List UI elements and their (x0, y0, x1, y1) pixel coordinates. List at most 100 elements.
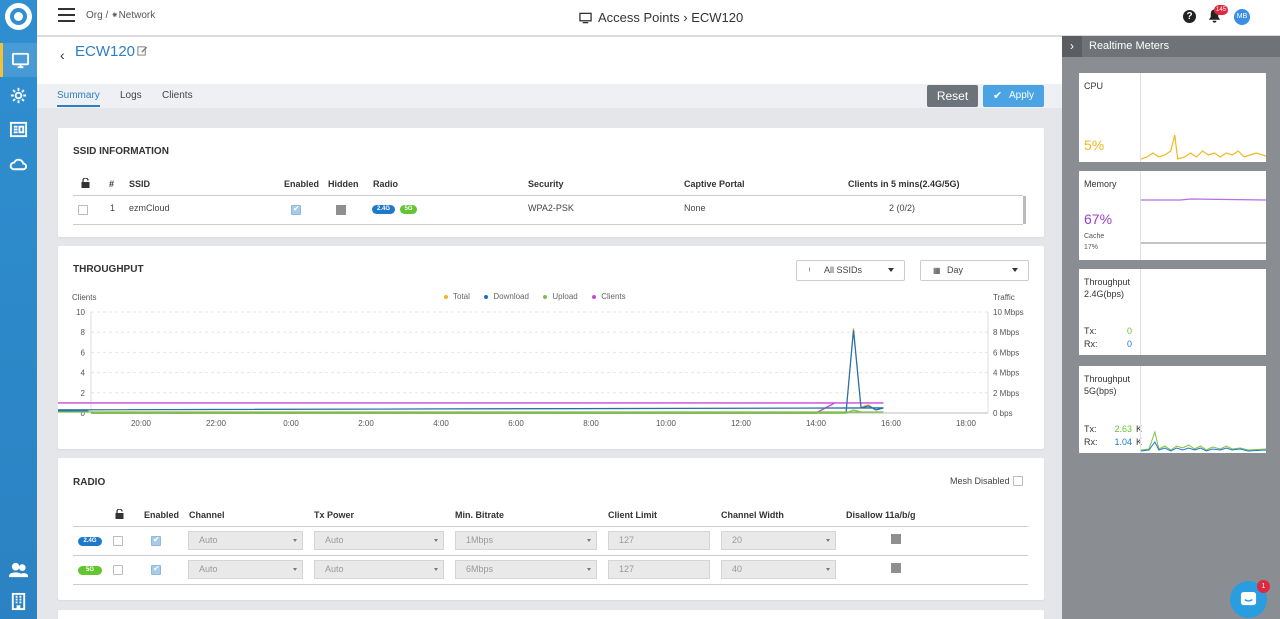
mesh-label: Mesh Disabled (950, 476, 1010, 486)
band-5g-badge: 5G (78, 566, 102, 575)
tab-summary[interactable]: Summary (57, 90, 100, 107)
ssid-row-security: WPA2-PSK (528, 203, 574, 213)
col-enabled: Enabled (144, 510, 180, 520)
edit-icon[interactable] (137, 45, 148, 56)
top-bar: Org / ⁕Network Access Points › ECW120 ? … (37, 0, 1280, 36)
tp5-rx: Rx: 1.04 K (1084, 437, 1143, 447)
row-divider (73, 584, 1028, 585)
x-tick-label: 16:00 (881, 419, 902, 428)
ssid-card: SSID INFORMATION # SSID Enabled Hidden R… (58, 128, 1044, 237)
tabs-bar: Summary Logs Clients Reset Apply (37, 84, 1062, 108)
collapse-chevron-icon[interactable]: › (1062, 36, 1082, 57)
disallow-5g-checkbox[interactable] (891, 563, 901, 573)
throughput-chart: 00 bps2 2 Mbps4 4 Mbps6 6 Mbps8 8 Mbps10 10 M… (58, 308, 1024, 428)
radio-5g-badge: 5G (400, 205, 417, 214)
col-enabled: Enabled (284, 179, 320, 189)
reset-button[interactable]: Reset (927, 85, 978, 107)
y2-tick-label: 6 Mbps (993, 348, 1019, 357)
throughput-card: THROUGHPUT ᵎ All SSIDs ▦ Day Clients Tra… (58, 246, 1044, 449)
radio-card: RADIO Mesh Disabled Enabled Channel Tx P… (58, 458, 1044, 600)
realtime-panel: › Realtime Meters CPU 5% Memory 67% Cach… (1062, 36, 1280, 619)
users-nav-icon[interactable] (0, 552, 37, 586)
txpower-5g-select[interactable]: Auto (314, 560, 444, 579)
cpu-sparkline (1140, 73, 1266, 162)
disallow-24g-checkbox[interactable] (891, 534, 901, 544)
tp5-sparkline (1140, 366, 1266, 453)
bitrate-5g-select[interactable]: 6Mbps (455, 560, 597, 579)
y-tick-label: 10 (76, 308, 85, 317)
row-divider (73, 224, 1023, 225)
bitrate-24g-select[interactable]: 1Mbps (455, 531, 597, 550)
tab-clients[interactable]: Clients (162, 90, 193, 105)
app-logo[interactable] (5, 3, 32, 30)
header-divider (73, 526, 1028, 527)
left-nav (0, 0, 37, 619)
width-24g-select[interactable]: 20 (721, 531, 836, 550)
radio-24g-enabled-checkbox[interactable] (151, 535, 161, 546)
radio-24g-lock-checkbox[interactable] (113, 536, 123, 546)
radio-24g-badge: 2.4G (372, 205, 395, 214)
ssid-row-name: ezmCloud (129, 203, 170, 213)
page-title: Access Points › ECW120 (579, 10, 743, 25)
report-nav-icon[interactable] (0, 112, 37, 146)
menu-icon[interactable] (58, 8, 75, 22)
col-channel-width: Channel Width (721, 510, 784, 520)
radio-5g-enabled-checkbox[interactable] (151, 564, 161, 575)
x-tick-label: 4:00 (433, 419, 449, 428)
y2-tick-label: 0 bps (993, 409, 1013, 418)
tab-logs[interactable]: Logs (120, 90, 142, 105)
apply-button[interactable]: Apply (983, 85, 1044, 107)
x-tick-label: 6:00 (508, 419, 524, 428)
y2-tick-label: 4 Mbps (993, 369, 1019, 378)
cloud-nav-icon[interactable] (0, 147, 37, 181)
page-header: ‹ ECW120 (37, 37, 1062, 84)
col-radio: Radio (373, 179, 399, 189)
radio-title: RADIO (73, 477, 106, 488)
ssid-row-captive: None (684, 203, 706, 213)
back-chevron-icon[interactable]: ‹ (60, 47, 65, 63)
row-divider (73, 555, 1028, 556)
band-24g-badge: 2.4G (78, 537, 102, 546)
breadcrumb-network[interactable]: Network (119, 10, 156, 21)
x-tick-label: 20:00 (131, 419, 152, 428)
y2-tick-label: 2 Mbps (993, 389, 1019, 398)
col-disallow: Disallow 11a/b/g (846, 510, 916, 520)
col-ssid: SSID (129, 179, 151, 189)
throughput-5g-meter: Throughput 5G(bps) Tx: 2.63 K Rx: 1.04 K (1079, 366, 1266, 453)
col-min-bitrate: Min. Bitrate (455, 510, 505, 520)
tp5-label: Throughput 5G(bps) (1084, 374, 1131, 396)
radio-5g-lock-checkbox[interactable] (113, 565, 123, 575)
width-5g-select[interactable]: 40 (721, 560, 836, 579)
client-limit-5g-input[interactable]: 127 (608, 560, 710, 579)
memory-meter: Memory 67% Cache 17% (1079, 171, 1266, 260)
client-limit-24g-input[interactable]: 127 (608, 531, 710, 550)
tp24-label: Throughput 2.4G(bps) (1084, 277, 1131, 299)
txpower-24g-select[interactable]: Auto (314, 531, 444, 550)
ssid-hidden-checkbox[interactable] (336, 205, 346, 215)
help-icon[interactable]: ? (1183, 10, 1196, 23)
col-clients: Clients in 5 mins(2.4G/5G) (848, 179, 960, 189)
breadcrumb-org[interactable]: Org (86, 10, 103, 21)
table-scrollbar[interactable] (1023, 196, 1026, 224)
building-nav-icon[interactable] (0, 584, 37, 618)
col-tx-power: Tx Power (314, 510, 355, 520)
monitor-nav-icon[interactable] (0, 43, 37, 77)
tp24-sparkline (1140, 269, 1266, 355)
cpu-meter: CPU 5% (1079, 73, 1266, 162)
channel-5g-select[interactable]: Auto (188, 560, 303, 579)
x-tick-label: 2:00 (358, 419, 374, 428)
row-select-checkbox[interactable] (78, 205, 88, 215)
channel-24g-select[interactable]: Auto (188, 531, 303, 550)
x-tick-label: 12:00 (731, 419, 752, 428)
x-tick-label: 8:00 (583, 419, 599, 428)
header-divider (73, 195, 1023, 196)
gear-nav-icon[interactable] (0, 78, 37, 112)
network-icon: ⁕ (111, 10, 119, 20)
cache-value: 17% (1084, 244, 1099, 251)
mesh-checkbox[interactable] (1013, 476, 1023, 486)
device-name: ECW120 (75, 43, 136, 60)
avatar[interactable]: MB (1234, 9, 1250, 25)
y-tick-label: 6 (81, 348, 86, 357)
ssid-enabled-checkbox[interactable] (291, 204, 301, 215)
notification-badge: 145 (1214, 5, 1229, 15)
